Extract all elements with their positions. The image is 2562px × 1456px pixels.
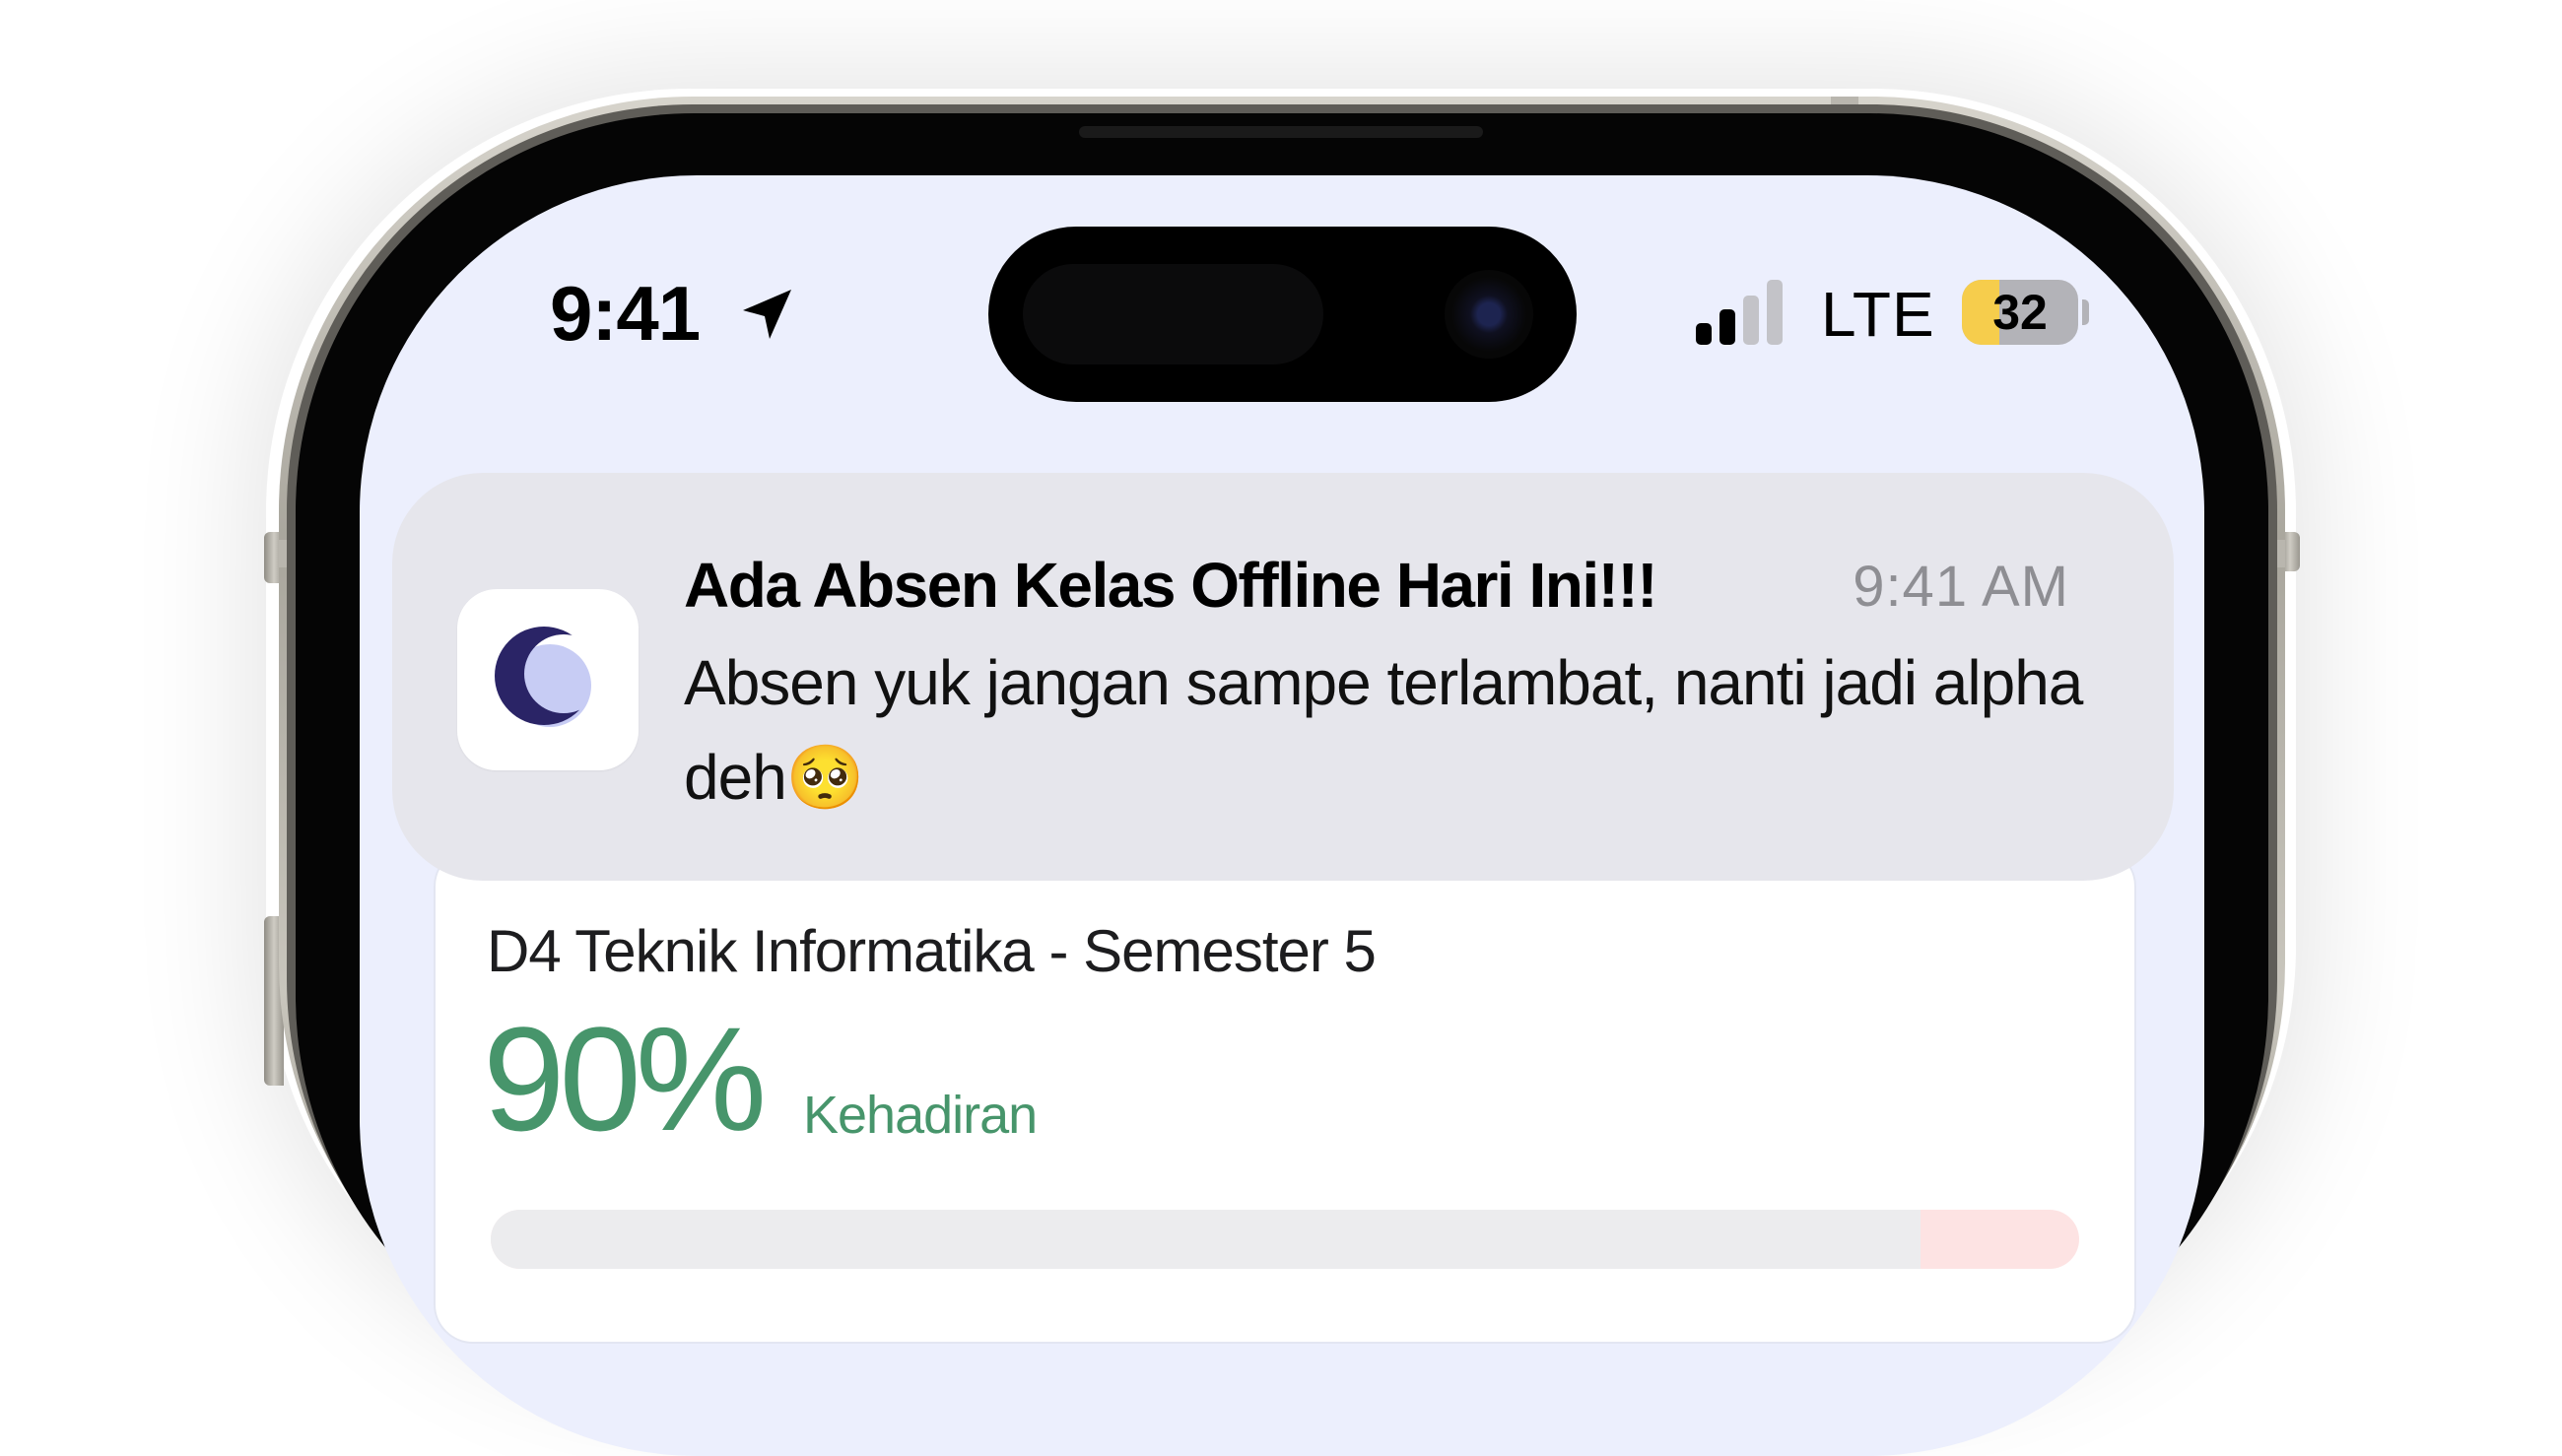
battery-tip	[2082, 299, 2089, 325]
attendance-progress-bar	[491, 1210, 2079, 1269]
attendance-percentage: 90%	[483, 996, 767, 1161]
front-camera-icon	[1445, 270, 1533, 359]
attendance-progress-fill	[491, 1210, 1921, 1269]
class-name: D4 Teknik Informatika - Semester 5	[487, 918, 1377, 984]
notification-body: Absen yuk jangan sampe terlambat, nanti …	[684, 647, 2083, 813]
app-logo-icon	[457, 589, 639, 770]
notification-title: Ada Absen Kelas Offline Hari Ini!!!	[684, 550, 1658, 621]
signal-bar-3	[1743, 296, 1759, 345]
speaker-grille	[1079, 126, 1483, 138]
cellular-signal-icon	[1696, 280, 1783, 345]
status-time: 9:41	[550, 270, 701, 357]
signal-bar-4	[1767, 280, 1783, 345]
battery-icon: 32	[1962, 280, 2078, 345]
battery-level: 32	[1992, 285, 2048, 340]
app-logo-glyph	[495, 627, 593, 727]
signal-bar-1	[1696, 323, 1712, 345]
notification-time: 9:41 AM	[1853, 555, 2069, 619]
location-arrow-icon	[743, 290, 791, 339]
network-type: LTE	[1821, 279, 1935, 350]
attendance-label: Kehadiran	[803, 1086, 1038, 1145]
island-sensor	[1023, 264, 1323, 364]
signal-bar-2	[1719, 309, 1735, 345]
